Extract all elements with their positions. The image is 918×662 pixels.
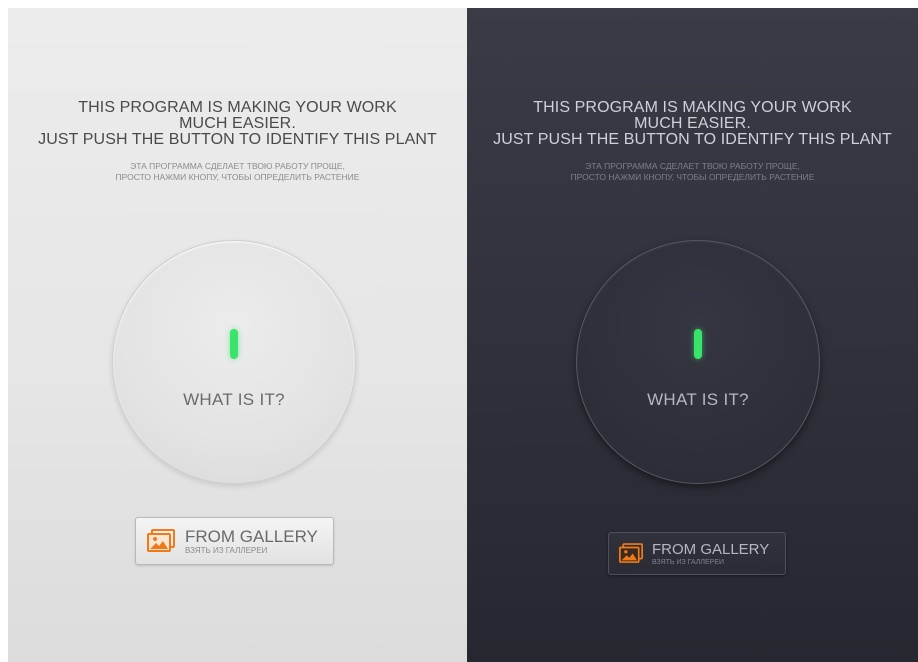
headline-line-2: MUCH EASIER. [179,115,296,132]
headline: THIS PROGRAM IS MAKING YOUR WORK MUCH EA… [467,100,918,148]
subheadline-line-2: ПРОСТО НАЖМИ КНОПУ, ЧТОБЫ ОПРЕДЕЛИТЬ РАС… [570,172,815,182]
identify-button-label: WHAT IS IT? [183,390,285,409]
gallery-image-icon [147,529,175,553]
subheadline: ЭТА ПРОГРАММА СДЕЛАЕТ ТВОЮ РАБОТУ ПРОЩЕ,… [8,161,467,183]
headline-line-1: THIS PROGRAM IS MAKING YOUR WORK [78,99,397,116]
subheadline-line-2: ПРОСТО НАЖМИ КНОПУ, ЧТОБЫ ОПРЕДЕЛИТЬ РАС… [115,172,360,182]
gallery-button-label: FROM GALLERY [652,540,770,558]
from-gallery-button[interactable]: FROM GALLERY ВЗЯТЬ ИЗ ГАЛЛЕРЕИ [135,517,334,565]
subheadline: ЭТА ПРОГРАММА СДЕЛАЕТ ТВОЮ РАБОТУ ПРОЩЕ,… [467,161,918,183]
dark-theme-panel: THIS PROGRAM IS MAKING YOUR WORK MUCH EA… [467,8,918,662]
gallery-button-label: FROM GALLERY [185,526,318,546]
gallery-button-sublabel: ВЗЯТЬ ИЗ ГАЛЛЕРЕИ [652,558,725,566]
identify-plant-button[interactable]: WHAT IS IT? [576,240,820,484]
subheadline-line-1: ЭТА ПРОГРАММА СДЕЛАЕТ ТВОЮ РАБОТУ ПРОЩЕ, [130,161,345,171]
subheadline-line-1: ЭТА ПРОГРАММА СДЕЛАЕТ ТВОЮ РАБОТУ ПРОЩЕ, [585,161,800,171]
light-theme-panel: THIS PROGRAM IS MAKING YOUR WORK MUCH EA… [8,8,467,662]
status-indicator-icon [230,329,238,359]
from-gallery-button[interactable]: FROM GALLERY ВЗЯТЬ ИЗ ГАЛЛЕРЕИ [608,532,786,575]
gallery-button-sublabel: ВЗЯТЬ ИЗ ГАЛЛЕРЕИ [185,545,268,555]
headline-line-3: JUST PUSH THE BUTTON TO IDENTIFY THIS PL… [493,131,892,148]
status-indicator-icon [694,329,702,359]
headline-line-2: MUCH EASIER. [634,115,751,132]
gallery-image-icon [619,543,643,564]
headline-line-3: JUST PUSH THE BUTTON TO IDENTIFY THIS PL… [38,131,437,148]
identify-plant-button[interactable]: WHAT IS IT? [112,240,356,484]
headline: THIS PROGRAM IS MAKING YOUR WORK MUCH EA… [8,100,467,148]
headline-line-1: THIS PROGRAM IS MAKING YOUR WORK [533,99,852,116]
identify-button-label: WHAT IS IT? [647,390,749,409]
